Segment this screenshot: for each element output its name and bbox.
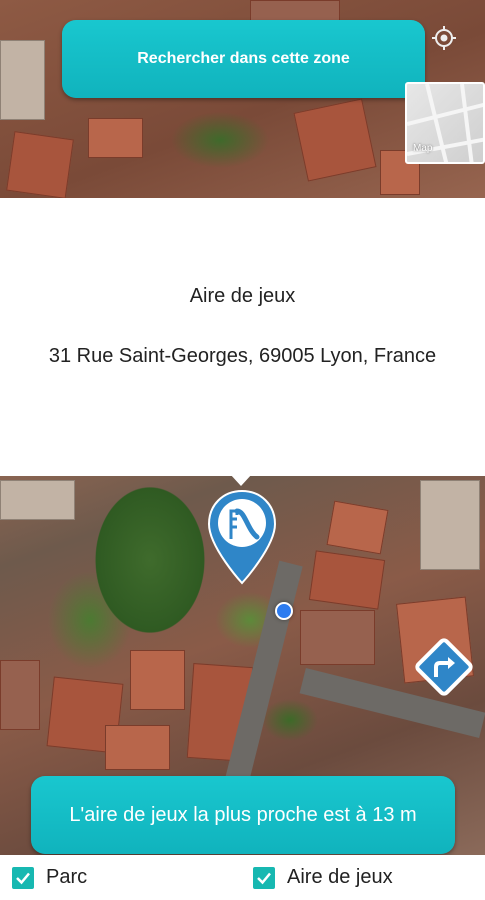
search-this-area-button[interactable]: Rechercher dans cette zone	[62, 20, 425, 98]
parc-label: Parc	[46, 866, 88, 888]
map-building	[6, 131, 74, 199]
place-info-card[interactable]: Aire de jeux 31 Rue Saint-Georges, 69005…	[0, 198, 485, 476]
filter-parc[interactable]: Parc	[12, 866, 87, 889]
parc-checkbox[interactable]	[12, 866, 34, 889]
my-location-button[interactable]	[427, 20, 461, 60]
map-building	[88, 118, 143, 158]
aire-de-jeux-label: Aire de jeux	[287, 866, 393, 888]
my-location-icon	[431, 25, 457, 56]
map-building	[105, 725, 170, 770]
map-type-label: Map	[413, 143, 433, 154]
filter-bar: Parc Aire de jeux	[0, 855, 485, 900]
filter-aire-de-jeux[interactable]: Aire de jeux	[253, 866, 393, 889]
map-building	[420, 480, 480, 570]
map-building	[0, 40, 45, 120]
turn-right-arrow-icon	[415, 638, 473, 696]
place-title: Aire de jeux	[189, 285, 296, 307]
checkmark-icon	[257, 872, 271, 884]
checkmark-icon	[16, 872, 30, 884]
search-this-area-label: Rechercher dans cette zone	[137, 50, 350, 67]
aire-de-jeux-checkbox[interactable]	[253, 866, 275, 889]
playground-map-marker[interactable]	[207, 489, 277, 585]
directions-button[interactable]	[414, 637, 474, 697]
user-location-dot	[275, 602, 293, 620]
map-building	[0, 660, 40, 730]
map-building	[0, 480, 75, 520]
place-address: 31 Rue Saint-Georges, 69005 Lyon, France	[48, 345, 437, 367]
map-building	[326, 500, 389, 555]
nearest-playground-banner[interactable]: L'aire de jeux la plus proche est à 13 m	[31, 776, 455, 854]
map-building	[293, 98, 377, 182]
map-building	[300, 610, 375, 665]
map-building	[308, 550, 386, 610]
map-building	[130, 650, 185, 710]
map-type-toggle-button[interactable]: Map	[405, 82, 485, 164]
playground-slide-icon	[207, 489, 277, 585]
info-card-pointer	[230, 474, 252, 486]
nearest-playground-text: L'aire de jeux la plus proche est à 13 m	[69, 803, 417, 826]
